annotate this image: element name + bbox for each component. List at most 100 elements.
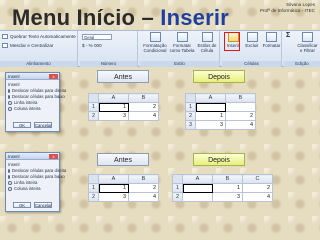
sort-filter-label: Classificar e Filtrar xyxy=(297,43,318,53)
delete-cells-button[interactable]: Excluir xyxy=(243,32,261,48)
delete-cells-label: Excluir xyxy=(245,43,259,48)
format-cells-button[interactable]: Formatar xyxy=(262,32,281,48)
format-as-table-icon xyxy=(176,32,188,42)
col-header[interactable]: A xyxy=(98,174,129,184)
col-header[interactable]: B xyxy=(128,93,159,103)
grid-corner xyxy=(88,174,99,184)
alignment-group-label: Alinhamento xyxy=(0,61,77,67)
slide-title: Menu Início – Inserir xyxy=(12,5,229,31)
close-icon[interactable]: x xyxy=(49,74,58,79)
cell-styles-icon xyxy=(201,32,213,42)
row-header[interactable]: 2 xyxy=(88,111,99,121)
grid-cell[interactable]: 3 xyxy=(212,192,243,202)
row-header[interactable]: 1 xyxy=(88,183,99,193)
dialog-title: Inserir xyxy=(8,154,20,159)
format-cells-label: Formatar xyxy=(262,43,281,48)
grid-cell[interactable]: 3 xyxy=(98,111,129,121)
close-icon[interactable]: x xyxy=(49,154,58,159)
conditional-format-label: Formatação Condicional xyxy=(143,43,167,53)
row-header[interactable]: 2 xyxy=(172,192,183,202)
grid-cell[interactable]: 4 xyxy=(128,111,159,121)
radio-icon xyxy=(8,101,12,105)
grid-cell[interactable] xyxy=(182,183,213,193)
format-as-table-label: Formatar como Tabela xyxy=(169,43,195,53)
grid-cell[interactable]: 3 xyxy=(98,192,129,202)
cancel-button[interactable]: Cancelar xyxy=(34,202,52,208)
grid-cell[interactable]: 2 xyxy=(225,111,256,121)
insert-dialog-bottom: Inserir x Inserir Deslocar células para d… xyxy=(5,152,66,212)
row-header[interactable]: 1 xyxy=(185,102,196,112)
col-header[interactable]: C xyxy=(242,174,273,184)
grid-cell[interactable] xyxy=(225,102,256,112)
option-entire-column[interactable]: Coluna inteira xyxy=(8,186,57,192)
before-label-top: Antes xyxy=(97,70,149,83)
ok-button[interactable]: OK xyxy=(13,122,31,128)
merge-center-button[interactable]: Mesclar e Centralizar xyxy=(2,42,53,49)
row-header[interactable]: 3 xyxy=(185,120,196,130)
number-symbols[interactable]: $ - % 000 xyxy=(82,42,102,49)
number-group: Geral $ - % 000 Número xyxy=(80,31,138,67)
sort-filter-icon xyxy=(302,32,313,42)
grid-before-top: AB 112 234 xyxy=(88,93,159,121)
row-header[interactable]: 2 xyxy=(88,192,99,202)
row-header[interactable]: 1 xyxy=(172,183,183,193)
option-label: Coluna inteira xyxy=(14,186,41,191)
ok-button[interactable]: OK xyxy=(13,202,31,208)
col-header[interactable]: B xyxy=(212,174,243,184)
excel-ribbon: Quebrar Texto Automaticamente Mesclar e … xyxy=(0,30,320,67)
col-header[interactable]: B xyxy=(128,174,159,184)
grid-cell[interactable]: 1 xyxy=(212,183,243,193)
styles-group: Formatação Condicional Formatar como Tab… xyxy=(140,31,220,67)
format-cells-icon xyxy=(266,32,277,42)
grid-cell[interactable]: 4 xyxy=(225,120,256,130)
conditional-format-icon xyxy=(149,32,161,42)
before-label-bottom: Antes xyxy=(97,153,149,166)
wrap-text-button[interactable]: Quebrar Texto Automaticamente xyxy=(2,33,76,40)
radio-selected-icon xyxy=(8,95,10,99)
author-role: Profª de Informática - ITEC xyxy=(259,8,315,13)
col-header[interactable]: B xyxy=(225,93,256,103)
grid-cell[interactable]: 2 xyxy=(128,183,159,193)
merge-center-icon xyxy=(2,43,8,48)
row-header[interactable]: 2 xyxy=(185,111,196,121)
sort-filter-button[interactable]: Classificar e Filtrar xyxy=(296,32,319,53)
grid-cell[interactable]: 1 xyxy=(98,183,129,193)
number-group-label: Número xyxy=(80,61,137,67)
grid-corner xyxy=(88,93,99,103)
editing-group: Σ Classificar e Filtrar Edição xyxy=(284,31,320,67)
grid-cell[interactable]: 1 xyxy=(195,111,226,121)
grid-cell[interactable] xyxy=(195,102,226,112)
grid-cell[interactable]: 2 xyxy=(128,102,159,112)
grid-cell[interactable]: 4 xyxy=(128,192,159,202)
grid-cell[interactable]: 3 xyxy=(195,120,226,130)
conditional-format-button[interactable]: Formatação Condicional xyxy=(142,32,168,53)
cell-styles-button[interactable]: Estilos de Célula xyxy=(196,32,218,53)
grid-corner xyxy=(185,93,196,103)
format-as-table-button[interactable]: Formatar como Tabela xyxy=(169,32,195,53)
grid-cell[interactable]: 2 xyxy=(242,183,273,193)
row-header[interactable]: 1 xyxy=(88,102,99,112)
radio-icon xyxy=(8,107,12,111)
after-label-bottom: Depois xyxy=(193,153,245,166)
grid-cell[interactable] xyxy=(182,192,213,202)
grid-cell[interactable]: 4 xyxy=(242,192,273,202)
col-header[interactable]: A xyxy=(182,174,213,184)
cancel-button[interactable]: Cancelar xyxy=(34,122,52,128)
title-accent: Inserir xyxy=(160,5,229,30)
number-format-select[interactable]: Geral xyxy=(82,33,112,40)
wrap-text-label: Quebrar Texto Automaticamente xyxy=(10,34,76,39)
dialog-title-bar: Inserir x xyxy=(6,73,59,80)
grid-cell[interactable]: 1 xyxy=(98,102,129,112)
col-header[interactable]: A xyxy=(98,93,129,103)
col-header[interactable]: A xyxy=(195,93,226,103)
editing-group-label: Edição xyxy=(284,61,320,67)
option-entire-column[interactable]: Coluna inteira xyxy=(8,106,57,112)
author-credit: Silvana Lopes Profª de Informática - ITE… xyxy=(260,2,315,14)
autosum-button[interactable]: Σ xyxy=(286,32,290,39)
option-label: Coluna inteira xyxy=(14,106,41,111)
cell-styles-label: Estilos de Célula xyxy=(197,43,217,53)
radio-icon xyxy=(8,181,12,185)
after-label-top: Depois xyxy=(193,70,245,83)
insert-dialog-top: Inserir x Inserir Deslocar células para d… xyxy=(5,72,66,132)
delete-cells-icon xyxy=(246,32,258,42)
